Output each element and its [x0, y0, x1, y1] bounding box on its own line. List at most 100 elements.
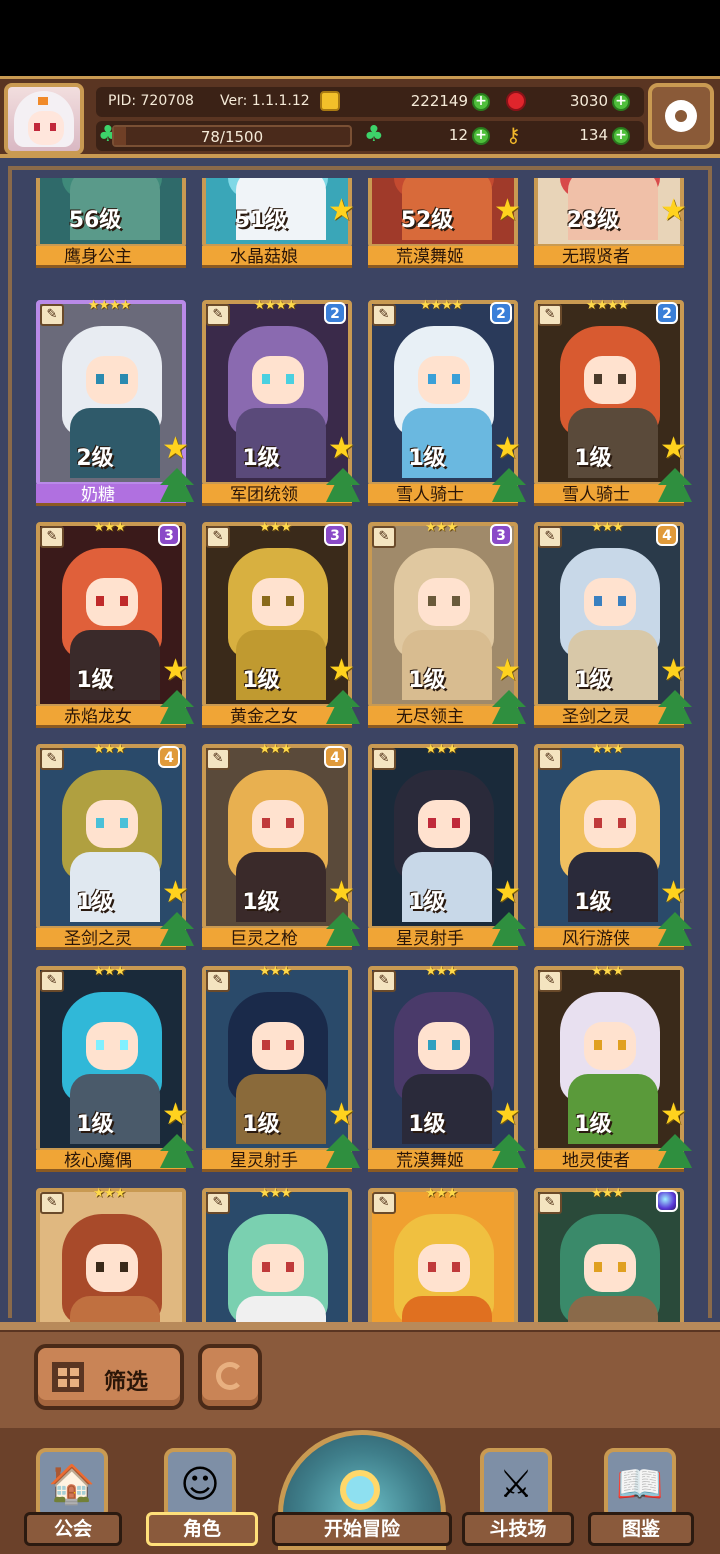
star-upgrade-icon: ★	[494, 1097, 521, 1132]
weapon-type-icon: ✎	[372, 748, 396, 770]
character-card[interactable]: ★★★ ✎	[534, 1186, 684, 1322]
character-card[interactable]: ★★★ ✎ 1级 核心魔偶 ★	[36, 964, 194, 1172]
character-card[interactable]: ★★★ ✎ 3 1级 黄金之女 ★	[202, 520, 360, 728]
character-list-area[interactable]: 56级 鹰身公主 51级 水晶菇娘 ★ 52级 荒漠舞姬 ★ 28级无瑕贤者 ★ ★★★★ ✎ 2级 奶糖…	[0, 158, 720, 1322]
grid-filter-icon	[52, 1362, 84, 1392]
weapon-type-icon: ✎	[206, 748, 230, 770]
character-card[interactable]: ★★★ ✎ 1级 风行游侠 ★	[534, 742, 692, 950]
rarity-stars: ★★★	[93, 742, 126, 757]
character-card[interactable]: 51级 水晶菇娘 ★	[202, 178, 355, 268]
character-card[interactable]: ★★★★ ✎ 2 1级 雪人骑士 ★	[368, 298, 526, 506]
player-id: PID: 720708	[108, 93, 194, 109]
nav-guild[interactable]: 🏠 公会	[24, 1430, 122, 1554]
character-card[interactable]: ★★★ ✎ 4 1级 圣剑之灵 ★	[36, 742, 194, 950]
character-card[interactable]: 28级无瑕贤者 ★	[534, 178, 687, 268]
character-name: 地灵使者	[562, 1151, 630, 1171]
add-gold-button[interactable]: +	[472, 93, 490, 111]
nav-character-label: 角色	[146, 1512, 258, 1546]
character-name: 雪人骑士	[562, 485, 630, 505]
character-level: 1级	[574, 668, 612, 693]
star-upgrade-icon: ★	[162, 653, 189, 688]
refresh-button[interactable]	[198, 1344, 262, 1410]
tier-badge: 3	[324, 524, 346, 546]
character-card[interactable]: ★★★ ✎	[36, 1186, 186, 1322]
character-level: 1级	[408, 890, 446, 915]
filter-button[interactable]: 筛选	[34, 1344, 184, 1410]
nav-codex-label: 图鉴	[588, 1512, 694, 1546]
character-level: 1级	[76, 1112, 114, 1137]
adventure-magnifier-icon	[340, 1470, 380, 1510]
character-name: 无瑕贤者	[562, 247, 630, 267]
character-card[interactable]: ★★★ ✎	[368, 1186, 518, 1322]
character-name: 水晶菇娘	[230, 247, 298, 267]
character-card[interactable]: ★★★ ✎ 4 1级 圣剑之灵 ★	[534, 520, 692, 728]
character-level: 1级	[408, 668, 446, 693]
character-card[interactable]: ★★★ ✎ 1级 荒漠舞姬 ★	[368, 964, 526, 1172]
settings-button[interactable]	[648, 83, 714, 149]
player-avatar[interactable]	[4, 83, 84, 155]
character-name: 巨灵之枪	[230, 929, 298, 949]
character-card[interactable]: ★★★ ✎ 3 1级 赤焰龙女 ★	[36, 520, 194, 728]
weapon-type-icon: ✎	[40, 748, 64, 770]
character-name: 赤焰龙女	[64, 707, 132, 727]
character-grid[interactable]: 56级 鹰身公主 51级 水晶菇娘 ★ 52级 荒漠舞姬 ★ 28级无瑕贤者 ★ ★★★★ ✎ 2级 奶糖…	[36, 178, 696, 1322]
weapon-type-icon: ✎	[538, 526, 562, 548]
add-clover-button[interactable]: +	[472, 127, 490, 145]
character-level: 1级	[76, 890, 114, 915]
star-upgrade-icon: ★	[660, 1097, 687, 1132]
character-card[interactable]: ★★★ ✎ 1级 星灵射手 ★	[368, 742, 526, 950]
weapon-type-icon: ✎	[538, 304, 562, 326]
character-card[interactable]: ★★★★ ✎ 2级 奶糖 ★	[36, 298, 194, 506]
key-icon: ⚷	[506, 123, 521, 147]
character-name-plate: 荒漠舞姬	[368, 246, 518, 268]
character-card[interactable]: 56级 鹰身公主	[36, 178, 186, 268]
star-upgrade-icon: ★	[162, 1097, 189, 1132]
rarity-stars: ★★★	[93, 520, 126, 535]
character-name: 奶糖	[81, 485, 115, 505]
tier-badge	[656, 1190, 678, 1212]
nav-arena[interactable]: ⚔ 斗技场	[462, 1430, 574, 1554]
character-card[interactable]: ★★★★ ✎ 2 1级 军团统领 ★	[202, 298, 360, 506]
gold-amount: 222149	[410, 92, 468, 110]
star-upgrade-icon: ★	[328, 431, 355, 466]
rarity-stars: ★★★	[259, 964, 292, 979]
character-level: 1级	[242, 446, 280, 471]
weapon-type-icon: ✎	[206, 526, 230, 548]
add-gem-button[interactable]: +	[612, 93, 630, 111]
star-upgrade-icon: ★	[328, 875, 355, 910]
add-key-button[interactable]: +	[612, 127, 630, 145]
character-name: 荒漠舞姬	[396, 1151, 464, 1171]
weapon-type-icon: ✎	[40, 970, 64, 992]
tier-badge: 4	[324, 746, 346, 768]
character-name-plate: 水晶菇娘	[202, 246, 352, 268]
nav-start-adventure[interactable]: 开始冒险	[272, 1430, 452, 1554]
weapon-type-icon: ✎	[40, 1192, 64, 1214]
character-card[interactable]: 52级 荒漠舞姬 ★	[368, 178, 521, 268]
version-label: Ver: 1.1.1.12	[220, 93, 310, 109]
weapon-type-icon: ✎	[538, 970, 562, 992]
character-card[interactable]: ★★★ ✎ 4 1级 巨灵之枪 ★	[202, 742, 360, 950]
character-card[interactable]: ★★★ ✎ 1级 地灵使者 ★	[534, 964, 692, 1172]
character-card[interactable]: ★★★ ✎ 3 1级 无尽领主 ★	[368, 520, 526, 728]
rarity-stars: ★★★	[425, 964, 458, 979]
rarity-stars: ★★★★	[253, 298, 298, 313]
stamina-value: 78/1500	[200, 128, 264, 146]
nav-character[interactable]: ☺ 角色	[146, 1430, 258, 1554]
character-level: 1级	[574, 890, 612, 915]
star-upgrade-icon: ★	[660, 193, 687, 228]
guild-house-icon: 🏠	[48, 1462, 96, 1506]
nav-codex[interactable]: 📖 图鉴	[588, 1430, 694, 1554]
character-level: 28级	[566, 208, 620, 233]
character-card[interactable]: ★★★★ ✎ 2 1级 雪人骑士 ★	[534, 298, 692, 506]
key-amount: 134	[579, 126, 608, 144]
character-card[interactable]: ★★★ ✎ 1级 星灵射手 ★	[202, 964, 360, 1172]
character-level: 56级	[68, 208, 122, 233]
tier-badge: 2	[324, 302, 346, 324]
character-card[interactable]: ★★★ ✎	[202, 1186, 352, 1322]
ruby-gem-icon	[506, 91, 526, 111]
rarity-stars: ★★★	[591, 742, 624, 757]
weapon-type-icon: ✎	[372, 1192, 396, 1214]
weapon-type-icon: ✎	[206, 304, 230, 326]
weapon-type-icon: ✎	[538, 748, 562, 770]
rarity-stars: ★★★★	[585, 298, 630, 313]
